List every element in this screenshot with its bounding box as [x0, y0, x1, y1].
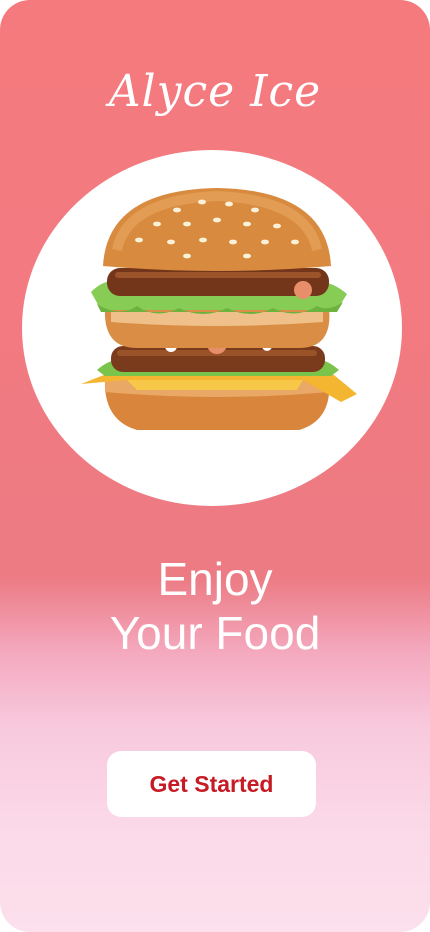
welcome-screen: Alyce Ice Enjoy Your Food Get Started [0, 0, 430, 932]
headline-line-2: Your Food [109, 607, 321, 659]
get-started-button[interactable]: Get Started [107, 751, 316, 817]
burger-image [81, 188, 357, 430]
hero-image-circle [22, 150, 402, 506]
brand-title: Alyce Ice [108, 66, 322, 117]
headline: Enjoy Your Food [0, 552, 430, 660]
headline-line-1: Enjoy [157, 553, 273, 605]
